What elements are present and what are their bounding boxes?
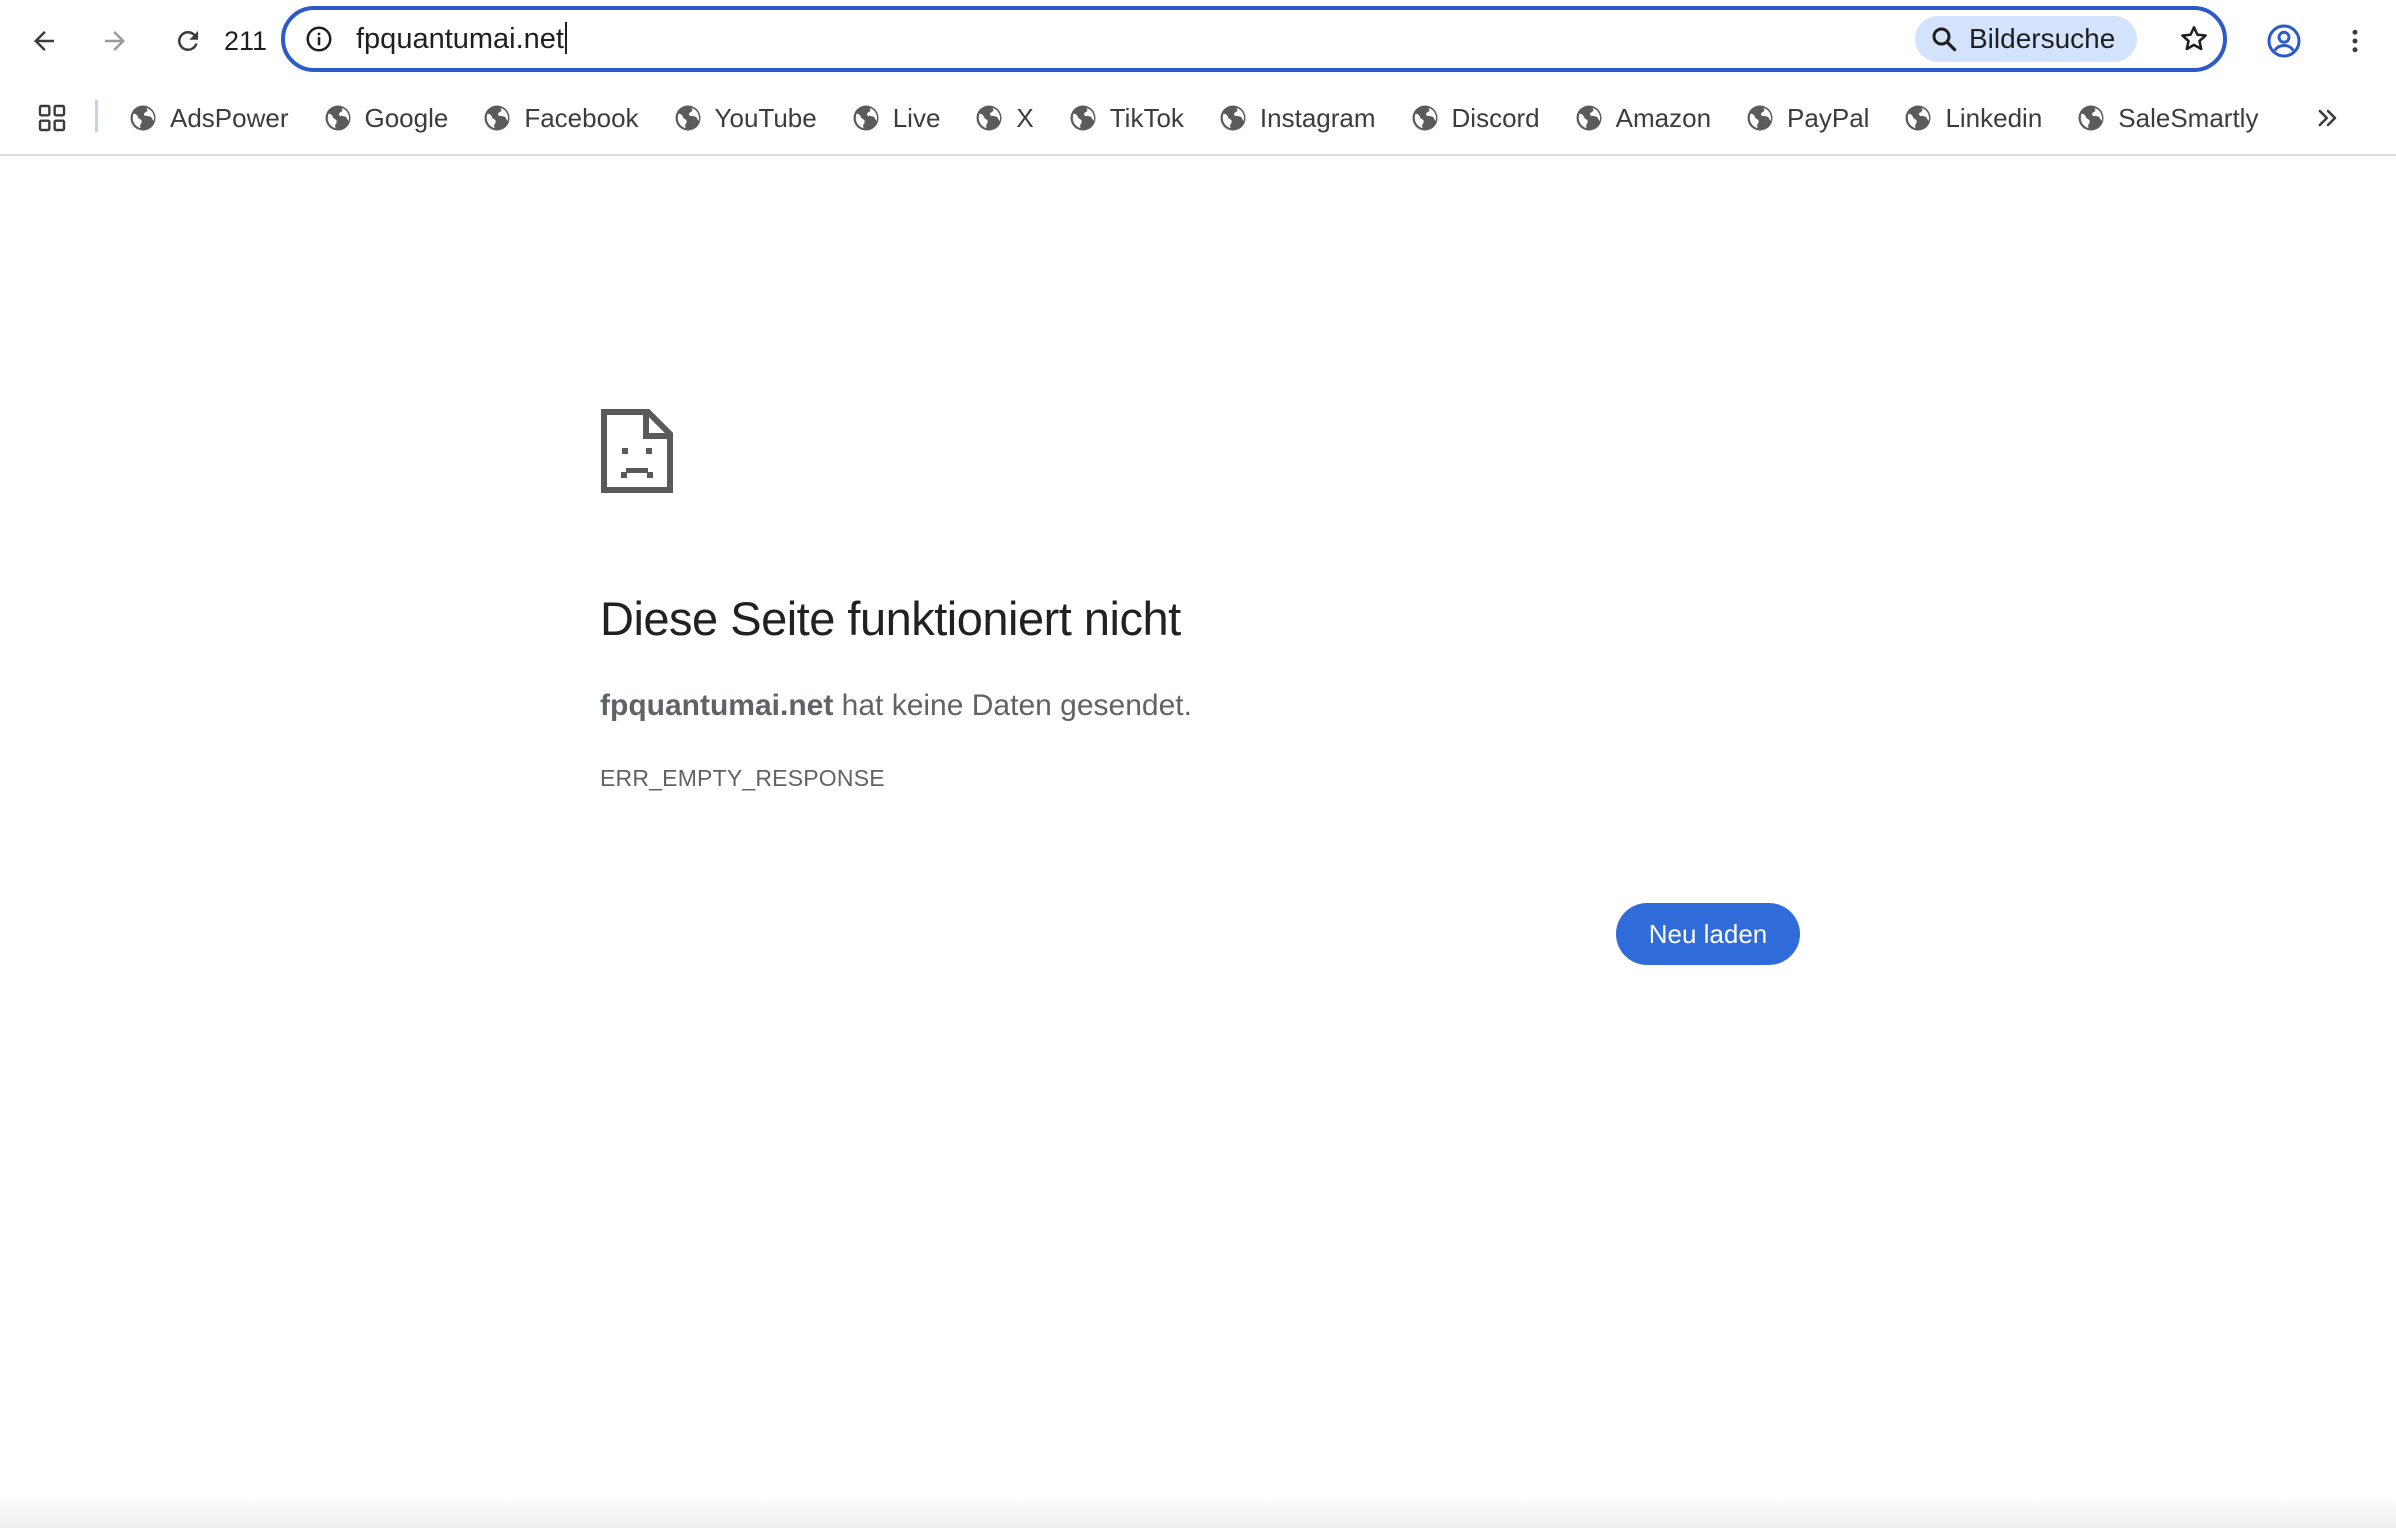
address-input[interactable]: fpquantumai.net	[356, 22, 567, 56]
bookmark-item-instagram[interactable]: Instagram	[1216, 96, 1384, 140]
error-description: fpquantumai.net hat keine Daten gesendet…	[600, 686, 1192, 726]
bookmark-item-salesmartly[interactable]: SaleSmartly	[2074, 96, 2266, 140]
globe-icon	[1218, 103, 1248, 133]
globe-icon	[1410, 103, 1440, 133]
apps-grid-icon	[38, 104, 66, 132]
bookmark-list: AdsPower Google Facebook YouTube Live X …	[126, 96, 2290, 140]
globe-icon	[2076, 103, 2106, 133]
search-icon	[1932, 27, 1957, 52]
image-search-label: Bildersuche	[1969, 23, 2116, 54]
bookmark-item-x[interactable]: X	[972, 96, 1041, 140]
reload-page-button[interactable]: Neu laden	[1616, 903, 1800, 965]
bookmark-label: Facebook	[524, 102, 639, 133]
bookmark-label: Linkedin	[1945, 102, 2043, 133]
url-text: fpquantumai.net	[356, 23, 564, 55]
bookmark-item-linkedin[interactable]: Linkedin	[1901, 96, 2050, 140]
forward-arrow-icon	[105, 31, 125, 51]
profile-button[interactable]	[2257, 14, 2311, 68]
error-host: fpquantumai.net	[600, 689, 834, 722]
reload-icon	[178, 31, 198, 51]
image-search-chip[interactable]: Bildersuche	[1915, 16, 2138, 62]
more-bookmarks-button[interactable]	[2306, 96, 2350, 140]
bookmark-item-live[interactable]: Live	[849, 96, 949, 140]
bookmark-label: Discord	[1451, 102, 1540, 133]
star-icon	[2181, 26, 2207, 51]
bookmark-label: AdsPower	[170, 102, 289, 133]
browser-menu-button[interactable]	[2328, 14, 2382, 68]
apps-button[interactable]	[30, 98, 74, 138]
error-page: Diese Seite funktioniert nicht fpquantum…	[0, 156, 2396, 1528]
reload-counter: 211	[224, 26, 268, 56]
double-chevron-right-icon	[2318, 109, 2337, 127]
reload-button[interactable]	[161, 14, 215, 68]
bookmark-label: Instagram	[1259, 102, 1376, 133]
bookmark-item-paypal[interactable]: PayPal	[1743, 96, 1877, 140]
globe-icon	[128, 103, 158, 133]
error-message: hat keine Daten gesendet.	[833, 689, 1192, 722]
bookmark-item-amazon[interactable]: Amazon	[1572, 96, 1719, 140]
bookmark-label: Google	[364, 102, 449, 133]
bookmarks-separator	[95, 100, 98, 132]
bookmarks-bar: AdsPower Google Facebook YouTube Live X …	[0, 82, 2396, 156]
globe-icon	[851, 103, 881, 133]
site-info-icon[interactable]	[299, 19, 339, 59]
bookmark-item-adspower[interactable]: AdsPower	[126, 96, 297, 140]
text-caret	[564, 22, 567, 54]
error-code: ERR_EMPTY_RESPONSE	[600, 765, 885, 791]
bookmark-label: Live	[892, 102, 941, 133]
profile-icon	[2267, 24, 2301, 58]
back-arrow-icon	[34, 31, 54, 51]
globe-icon	[1745, 103, 1775, 133]
bookmark-star-button[interactable]	[2171, 16, 2217, 62]
bookmark-label: TikTok	[1109, 102, 1184, 133]
globe-icon	[323, 103, 353, 133]
forward-button[interactable]	[88, 14, 142, 68]
globe-icon	[482, 103, 512, 133]
globe-icon	[1903, 103, 1933, 133]
bookmark-label: YouTube	[714, 102, 817, 133]
globe-icon	[1068, 103, 1098, 133]
globe-icon	[974, 103, 1004, 133]
bookmark-item-discord[interactable]: Discord	[1408, 96, 1548, 140]
bookmark-item-youtube[interactable]: YouTube	[671, 96, 825, 140]
more-vert-icon	[2352, 29, 2358, 53]
bookmark-label: Amazon	[1615, 102, 1712, 133]
bookmark-item-facebook[interactable]: Facebook	[480, 96, 646, 140]
globe-icon	[1574, 103, 1604, 133]
address-bar[interactable]: fpquantumai.net Bildersuche	[281, 6, 2227, 72]
bookmark-item-tiktok[interactable]: TikTok	[1066, 96, 1192, 140]
back-button[interactable]	[17, 14, 71, 68]
bookmark-label: SaleSmartly	[2118, 102, 2259, 133]
browser-toolbar: 211 fpquantumai.net Bildersuche	[0, 0, 2396, 82]
bookmark-item-google[interactable]: Google	[321, 96, 457, 140]
error-heading: Diese Seite funktioniert nicht	[600, 592, 1181, 645]
globe-icon	[673, 103, 703, 133]
bookmark-label: PayPal	[1787, 102, 1870, 133]
bookmark-label: X	[1016, 102, 1034, 133]
sad-document-icon	[601, 409, 673, 493]
